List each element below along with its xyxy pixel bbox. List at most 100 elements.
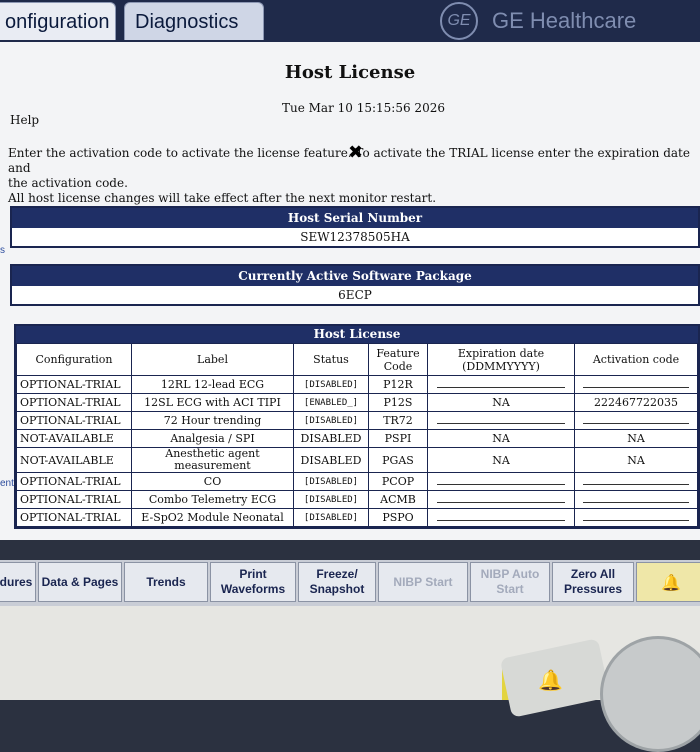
- toolbar-button[interactable]: Freeze/ Snapshot: [298, 562, 376, 602]
- table-row[interactable]: OPTIONAL-TRIAL E-SpO2 Module Neonatal [DIS…: [16, 508, 698, 527]
- cell-label: 12SL ECG with ACI TIPI: [131, 393, 294, 412]
- entry-field[interactable]: [436, 414, 566, 424]
- cell-expiration[interactable]: [427, 472, 575, 491]
- cell-activation[interactable]: [574, 411, 698, 430]
- cell-label: E-SpO2 Module Neonatal: [131, 508, 294, 527]
- table-row[interactable]: OPTIONAL-TRIAL 12SL ECG with ACI TIPI [ENA…: [16, 393, 698, 412]
- cell-activation: 222467722035: [574, 393, 698, 412]
- cell-activation[interactable]: [574, 508, 698, 527]
- toolbar-button-label: NIBP Start: [393, 574, 453, 589]
- entry-field[interactable]: [582, 475, 690, 485]
- bell-icon: 🔔: [661, 572, 681, 592]
- cell-label: 72 Hour trending: [131, 411, 294, 430]
- cell-label: Anesthetic agent measurement: [131, 447, 294, 473]
- toolbar-button[interactable]: NIBP Start: [378, 562, 468, 602]
- cell-label: Analgesia / SPI: [131, 429, 294, 448]
- host-license-table-block: Host License Configuration Label Status …: [14, 324, 700, 529]
- trim-knob[interactable]: [600, 636, 700, 752]
- page-title: Host License: [284, 62, 416, 83]
- cell-feature-code: PSPI: [368, 429, 428, 448]
- col-status: Status: [293, 343, 369, 376]
- entry-field[interactable]: [436, 475, 566, 485]
- tab-bar: onfiguration Diagnostics GE GE Healthcar…: [0, 0, 700, 42]
- brand-text: GE Healthcare: [492, 8, 637, 33]
- entry-field[interactable]: [582, 511, 690, 521]
- cell-status[interactable]: [DISABLED]: [293, 508, 369, 527]
- cell-status[interactable]: [DISABLED]: [293, 490, 369, 509]
- toolbar-button-label: dures: [0, 574, 33, 589]
- entry-field[interactable]: [436, 378, 566, 388]
- tab-configuration[interactable]: onfiguration: [0, 2, 116, 40]
- table-row[interactable]: NOT-AVAILABLE Analgesia / SPI DISABLED PSPI…: [16, 429, 698, 448]
- license-table: Configuration Label Status Feature Code …: [16, 343, 698, 527]
- cell-expiration[interactable]: [427, 490, 575, 509]
- toolbar-button-label: Print Waveforms: [220, 567, 286, 596]
- alarm-silence-button[interactable]: 🔔: [636, 562, 700, 602]
- cell-expiration: NA: [427, 447, 575, 473]
- help-link[interactable]: Help: [10, 113, 39, 127]
- cell-expiration[interactable]: [427, 375, 575, 394]
- table-row[interactable]: OPTIONAL-TRIAL CO [DISABLED] PCOP: [16, 472, 698, 491]
- cell-label: CO: [131, 472, 294, 491]
- cell-activation[interactable]: [574, 472, 698, 491]
- toolbar-button-label: Trends: [146, 574, 186, 589]
- cell-expiration[interactable]: [427, 508, 575, 527]
- cell-configuration: OPTIONAL-TRIAL: [16, 472, 132, 491]
- brand: GE GE Healthcare: [440, 0, 700, 42]
- toolbar-button-label: Zero All Pressures: [563, 567, 623, 596]
- entry-field[interactable]: [582, 493, 690, 503]
- col-feature-code: Feature Code: [368, 343, 428, 376]
- col-label: Label: [131, 343, 294, 376]
- cell-label: Combo Telemetry ECG: [131, 490, 294, 509]
- cell-configuration: OPTIONAL-TRIAL: [16, 508, 132, 527]
- entry-field[interactable]: [582, 414, 690, 424]
- cell-feature-code: TR72: [368, 411, 428, 430]
- software-package-block: Currently Active Software Package 6ECP: [10, 264, 700, 306]
- col-configuration: Configuration: [16, 343, 132, 376]
- side-fragment: ent: [0, 478, 14, 489]
- toolbar-button-label: Data & Pages: [41, 574, 119, 589]
- cell-activation: NA: [574, 429, 698, 448]
- cell-expiration[interactable]: [427, 411, 575, 430]
- col-expiration: Expiration date (DDMMYYYY): [427, 343, 575, 376]
- cell-feature-code: ACMB: [368, 490, 428, 509]
- toolbar-button[interactable]: Trends: [124, 562, 208, 602]
- ge-logo-icon: GE: [440, 2, 478, 40]
- cell-activation[interactable]: [574, 375, 698, 394]
- toolbar-button[interactable]: NIBP Auto Start: [470, 562, 550, 602]
- table-row[interactable]: OPTIONAL-TRIAL Combo Telemetry ECG [DISABL…: [16, 490, 698, 509]
- tab-diagnostics[interactable]: Diagnostics: [124, 2, 264, 40]
- toolbar-button[interactable]: Zero All Pressures: [552, 562, 634, 602]
- cell-feature-code: PSPO: [368, 508, 428, 527]
- toolbar-button[interactable]: Data & Pages: [38, 562, 122, 602]
- table-row[interactable]: NOT-AVAILABLE Anesthetic agent measuremen…: [16, 447, 698, 473]
- entry-field[interactable]: [436, 511, 566, 521]
- cell-status: DISABLED: [293, 429, 369, 448]
- instruction-line: the activation code.: [8, 176, 128, 190]
- package-value: 6ECP: [338, 288, 372, 302]
- entry-field[interactable]: [436, 493, 566, 503]
- cell-configuration: NOT-AVAILABLE: [16, 447, 132, 473]
- bottom-toolbar: dures Data & Pages Trends Print Waveforms Fr…: [0, 560, 700, 606]
- col-activation: Activation code: [574, 343, 698, 376]
- cell-configuration: OPTIONAL-TRIAL: [16, 490, 132, 509]
- cell-status[interactable]: [ENABLED_]: [293, 393, 369, 412]
- cell-status[interactable]: [DISABLED]: [293, 411, 369, 430]
- toolbar-button[interactable]: dures: [0, 562, 36, 602]
- side-fragment: s: [0, 245, 5, 256]
- cell-status[interactable]: [DISABLED]: [293, 375, 369, 394]
- serial-header: Host Serial Number: [12, 208, 698, 228]
- cell-status[interactable]: [DISABLED]: [293, 472, 369, 491]
- cell-activation: NA: [574, 447, 698, 473]
- table-row[interactable]: OPTIONAL-TRIAL 12RL 12-lead ECG [DISABLED]…: [16, 375, 698, 394]
- cell-feature-code: P12R: [368, 375, 428, 394]
- toolbar-button[interactable]: Print Waveforms: [210, 562, 296, 602]
- table-row[interactable]: OPTIONAL-TRIAL 72 Hour trending [DISABLED]…: [16, 411, 698, 430]
- cell-feature-code: PGAS: [368, 447, 428, 473]
- cell-status: DISABLED: [293, 447, 369, 473]
- cell-expiration: NA: [427, 393, 575, 412]
- cell-label: 12RL 12-lead ECG: [131, 375, 294, 394]
- cell-expiration: NA: [427, 429, 575, 448]
- entry-field[interactable]: [582, 378, 690, 388]
- cell-activation[interactable]: [574, 490, 698, 509]
